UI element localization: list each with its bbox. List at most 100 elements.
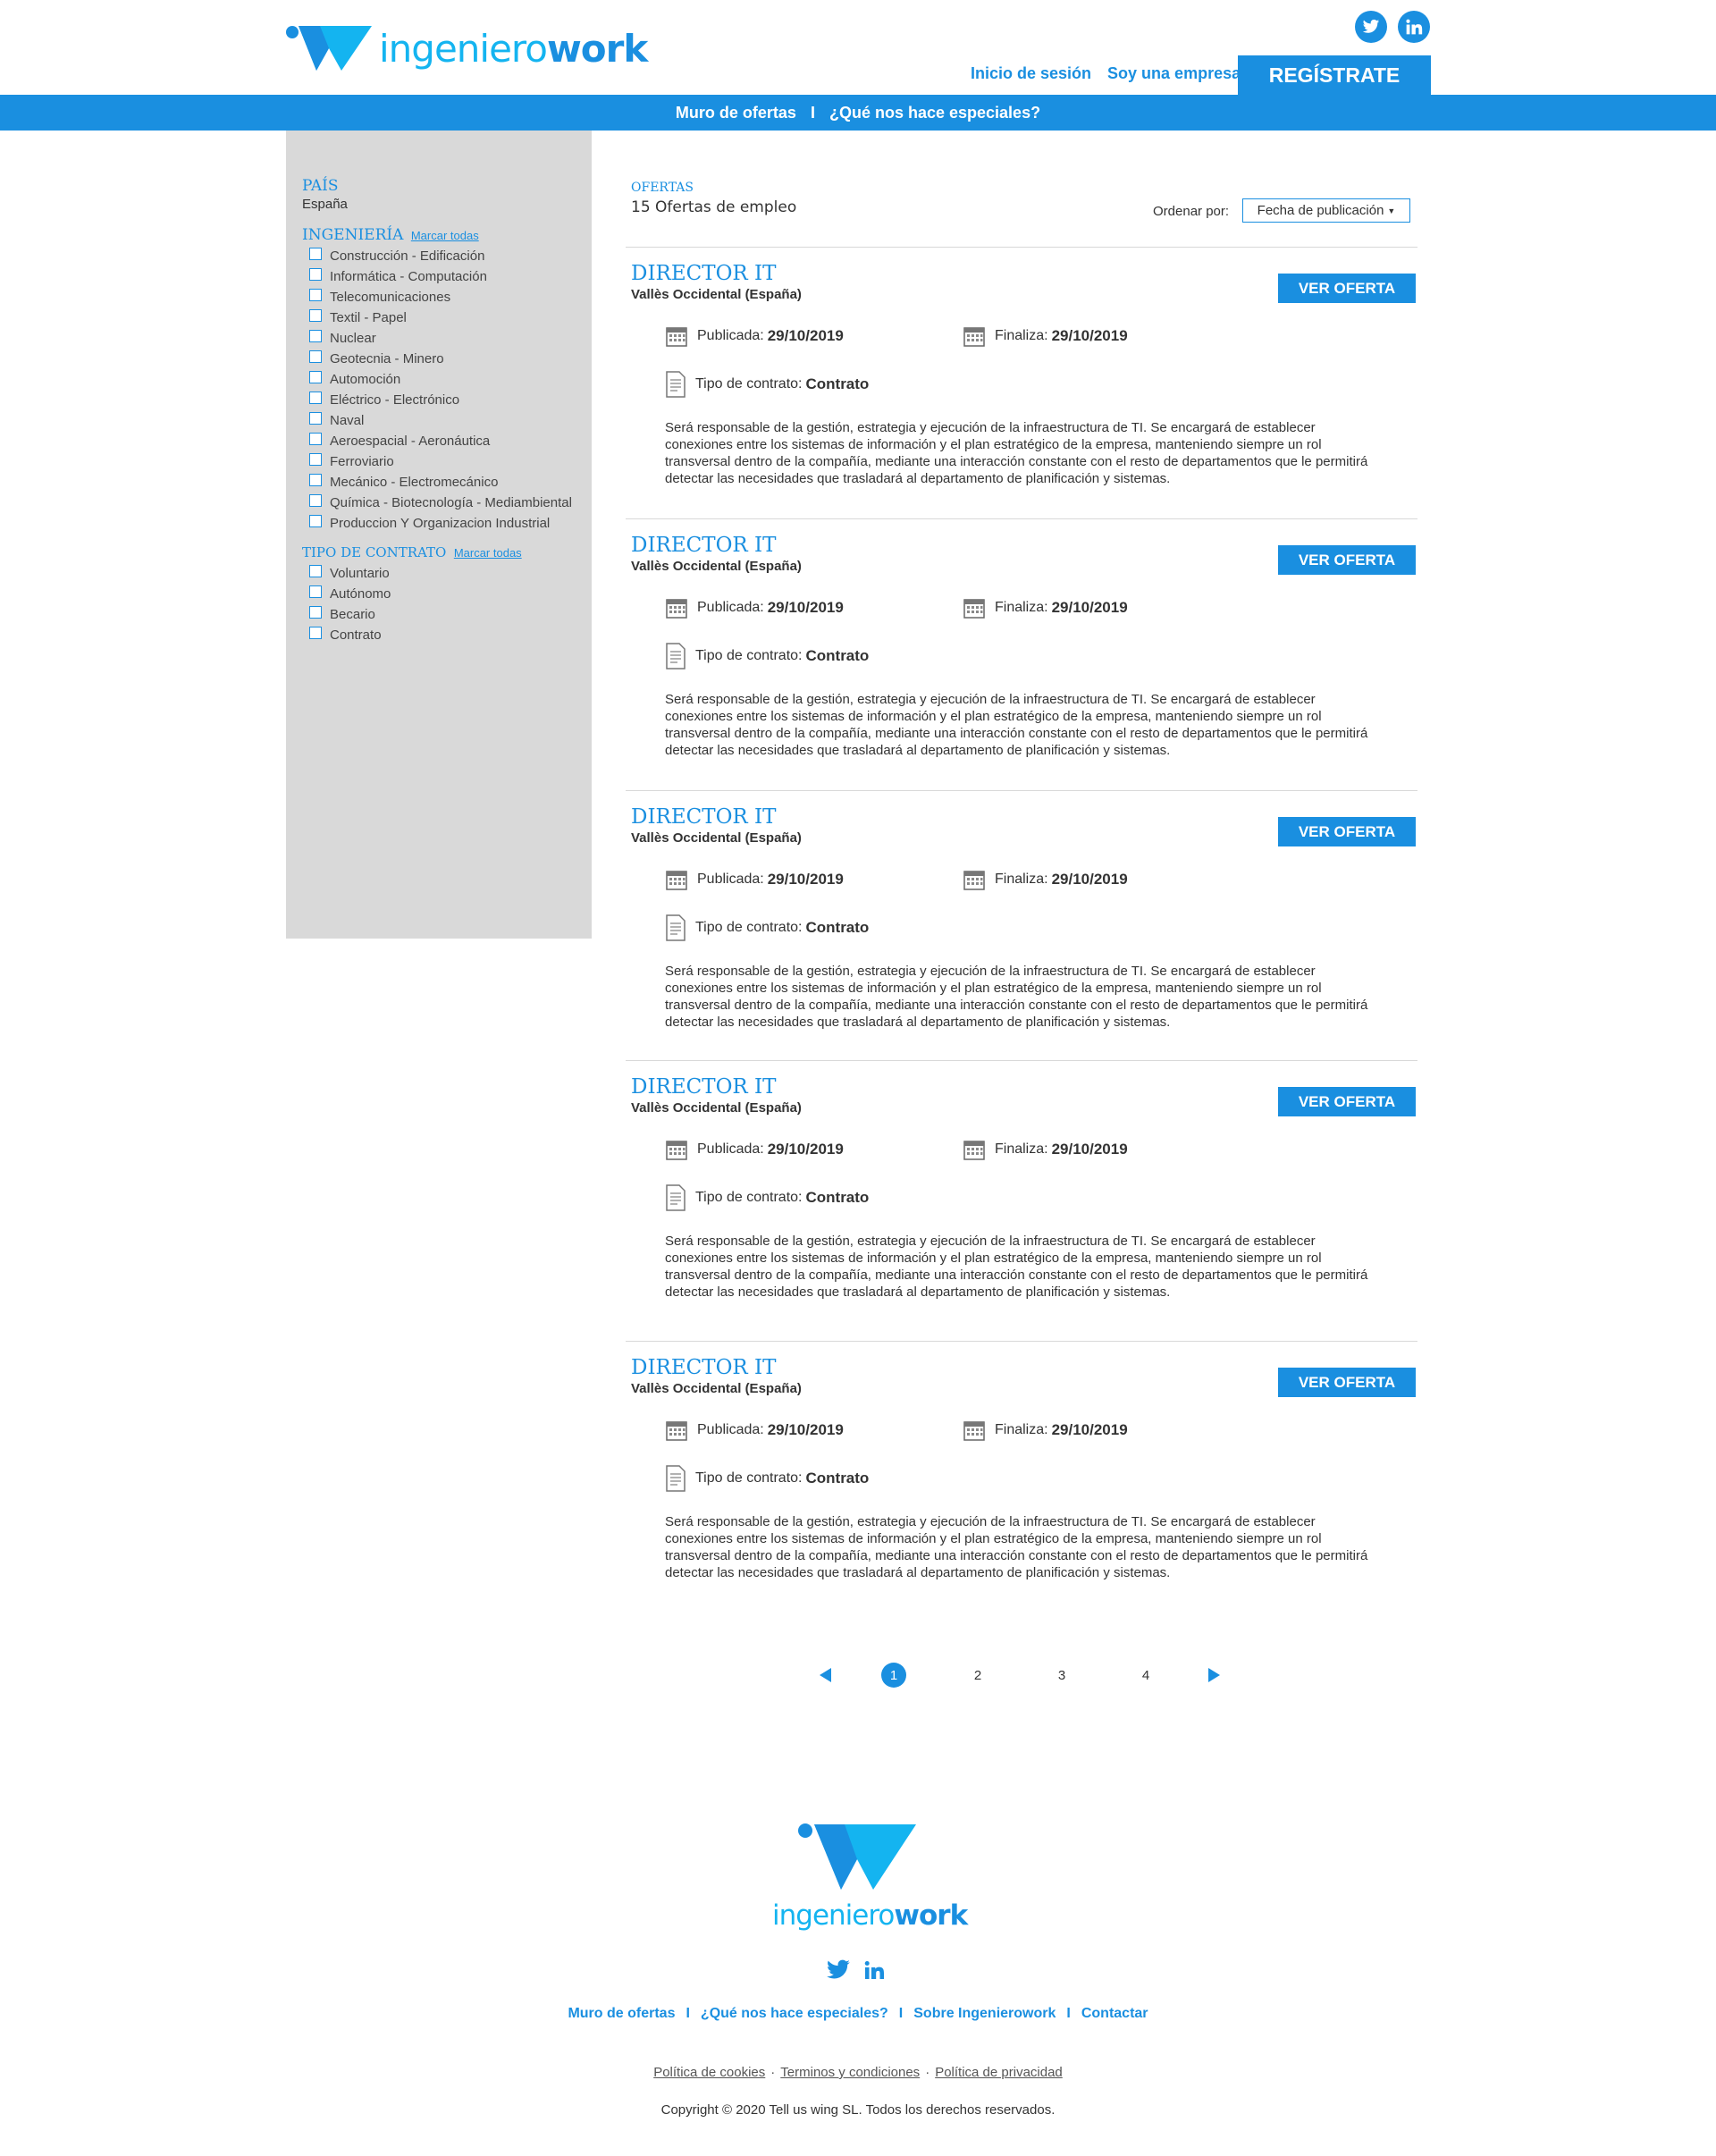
engineering-filter-item[interactable]: Automoción [309, 369, 588, 390]
checkbox[interactable] [309, 350, 322, 363]
privacy-policy-link[interactable]: Política de privacidad [935, 2065, 1063, 2080]
ends-date: Finaliza: 29/10/2019 [963, 596, 1128, 619]
company-link[interactable]: Soy una empresa [1107, 64, 1241, 83]
ofertas-count: 15 Ofertas de empleo [631, 198, 797, 216]
order-select[interactable]: Fecha de publicación ▼ [1242, 198, 1410, 223]
checkbox[interactable] [309, 493, 322, 507]
engineering-filter-item[interactable]: Eléctrico - Electrónico [309, 390, 588, 410]
nav-que-nos-hace-especiales[interactable]: ¿Qué nos hace especiales? [829, 104, 1040, 122]
engineering-filter-item[interactable]: Informática - Computación [309, 266, 588, 287]
site-header: ingenierowork Inicio de sesión Soy una e… [0, 0, 1716, 95]
view-offer-button[interactable]: VER OFERTA [1278, 1368, 1416, 1397]
twitter-icon[interactable] [1355, 11, 1387, 43]
filter-label: Informática - Computación [330, 269, 487, 284]
engineering-filter-item[interactable]: Mecánico - Electromecánico [309, 472, 588, 493]
page-1[interactable]: 1 [881, 1663, 906, 1688]
page-4[interactable]: 4 [1133, 1663, 1158, 1688]
engineering-filter-item[interactable]: Geotecnia - Minero [309, 349, 588, 369]
checkbox[interactable] [309, 288, 322, 301]
engineering-filter-item[interactable]: Ferroviario [309, 451, 588, 472]
filter-label: Voluntario [330, 566, 390, 581]
document-icon [666, 643, 686, 670]
view-offer-button[interactable]: VER OFERTA [1278, 545, 1416, 575]
calendar-icon [963, 327, 985, 347]
contract-type: Tipo de contrato: Contrato [665, 643, 869, 670]
caret-down-icon: ▼ [1387, 206, 1396, 215]
checkbox[interactable] [309, 370, 322, 383]
checkbox[interactable] [309, 308, 322, 322]
country-value[interactable]: España [302, 197, 588, 212]
job-location: Vallès Occidental (España) [631, 1381, 802, 1396]
ends-value: 29/10/2019 [1051, 1421, 1128, 1438]
next-page-arrow-icon[interactable] [1201, 1663, 1226, 1688]
contract-filter-item[interactable]: Contrato [309, 625, 588, 645]
checkbox[interactable] [309, 514, 322, 527]
footer-link-contactar[interactable]: Contactar [1081, 2006, 1148, 2022]
footer-link-sobre[interactable]: Sobre Ingenierowork [913, 2006, 1056, 2022]
contract-value: Contrato [805, 919, 870, 936]
nav-muro-de-ofertas[interactable]: Muro de ofertas [676, 104, 796, 122]
published-date: Publicada: 29/10/2019 [665, 868, 844, 891]
contract-label: Tipo de contrato: [695, 1470, 803, 1486]
job-title[interactable]: DIRECTOR IT [631, 805, 776, 829]
view-offer-button[interactable]: VER OFERTA [1278, 1087, 1416, 1116]
contract-mark-all-link[interactable]: Marcar todas [454, 546, 522, 560]
register-button[interactable]: REGÍSTRATE [1238, 55, 1431, 95]
ends-label: Finaliza: [995, 1422, 1048, 1437]
checkbox[interactable] [309, 411, 322, 425]
engineering-filter-item[interactable]: Construcción - Edificación [309, 246, 588, 266]
engineering-filter-item[interactable]: Telecomunicaciones [309, 287, 588, 307]
checkbox[interactable] [309, 626, 322, 639]
ofertas-label: OFERTAS [631, 181, 694, 195]
contract-type: Tipo de contrato: Contrato [665, 371, 869, 398]
checkbox[interactable] [309, 247, 322, 260]
job-description: Será responsable de la gestión, estrateg… [665, 964, 1368, 1030]
filter-label: Nuclear [330, 331, 376, 346]
checkbox[interactable] [309, 391, 322, 404]
job-title[interactable]: DIRECTOR IT [631, 1356, 776, 1379]
engineering-filter-item[interactable]: Aeroespacial - Aeronáutica [309, 431, 588, 451]
twitter-icon[interactable] [826, 1959, 851, 1985]
checkbox[interactable] [309, 564, 322, 577]
job-title[interactable]: DIRECTOR IT [631, 534, 776, 557]
checkbox[interactable] [309, 452, 322, 466]
published-date: Publicada: 29/10/2019 [665, 1138, 844, 1161]
checkbox[interactable] [309, 329, 322, 342]
engineering-filter-item[interactable]: Química - Biotecnología - Mediambiental [309, 493, 588, 513]
job-card: DIRECTOR IT Vallès Occidental (España) V… [626, 1341, 1417, 1613]
top-links: Inicio de sesión Soy una empresa [971, 64, 1241, 83]
prev-page-arrow-icon[interactable] [813, 1663, 838, 1688]
engineering-filter-item[interactable]: Produccion Y Organizacion Industrial [309, 513, 588, 534]
checkbox[interactable] [309, 605, 322, 619]
engineering-filter-item[interactable]: Nuclear [309, 328, 588, 349]
checkbox[interactable] [309, 473, 322, 486]
published-value: 29/10/2019 [767, 1141, 844, 1158]
job-title[interactable]: DIRECTOR IT [631, 1075, 776, 1099]
logo-w-icon [286, 26, 372, 71]
footer-link-especiales[interactable]: ¿Qué nos hace especiales? [701, 2006, 888, 2022]
footer-logo[interactable]: ingenierowork [772, 1822, 968, 1932]
view-offer-button[interactable]: VER OFERTA [1278, 274, 1416, 303]
checkbox[interactable] [309, 267, 322, 281]
contract-filter-item[interactable]: Becario [309, 604, 588, 625]
footer-link-muro[interactable]: Muro de ofertas [568, 2006, 675, 2022]
job-title[interactable]: DIRECTOR IT [631, 262, 776, 285]
filter-label: Telecomunicaciones [330, 290, 451, 305]
engineering-mark-all-link[interactable]: Marcar todas [411, 229, 479, 242]
linkedin-icon[interactable] [863, 1959, 885, 1985]
engineering-filter-item[interactable]: Textil - Papel [309, 307, 588, 328]
engineering-filter-item[interactable]: Naval [309, 410, 588, 431]
page-2[interactable]: 2 [965, 1663, 990, 1688]
contract-filter-item[interactable]: Autónomo [309, 584, 588, 604]
checkbox[interactable] [309, 432, 322, 445]
page-3[interactable]: 3 [1049, 1663, 1074, 1688]
view-offer-button[interactable]: VER OFERTA [1278, 817, 1416, 846]
contract-filter-item[interactable]: Voluntario [309, 563, 588, 584]
login-link[interactable]: Inicio de sesión [971, 64, 1091, 83]
cookies-policy-link[interactable]: Política de cookies [653, 2065, 765, 2080]
linkedin-icon[interactable] [1398, 11, 1430, 43]
terms-link[interactable]: Terminos y condiciones [780, 2065, 920, 2080]
calendar-icon [666, 327, 687, 347]
checkbox[interactable] [309, 585, 322, 598]
site-logo[interactable]: ingenierowork [284, 21, 648, 75]
